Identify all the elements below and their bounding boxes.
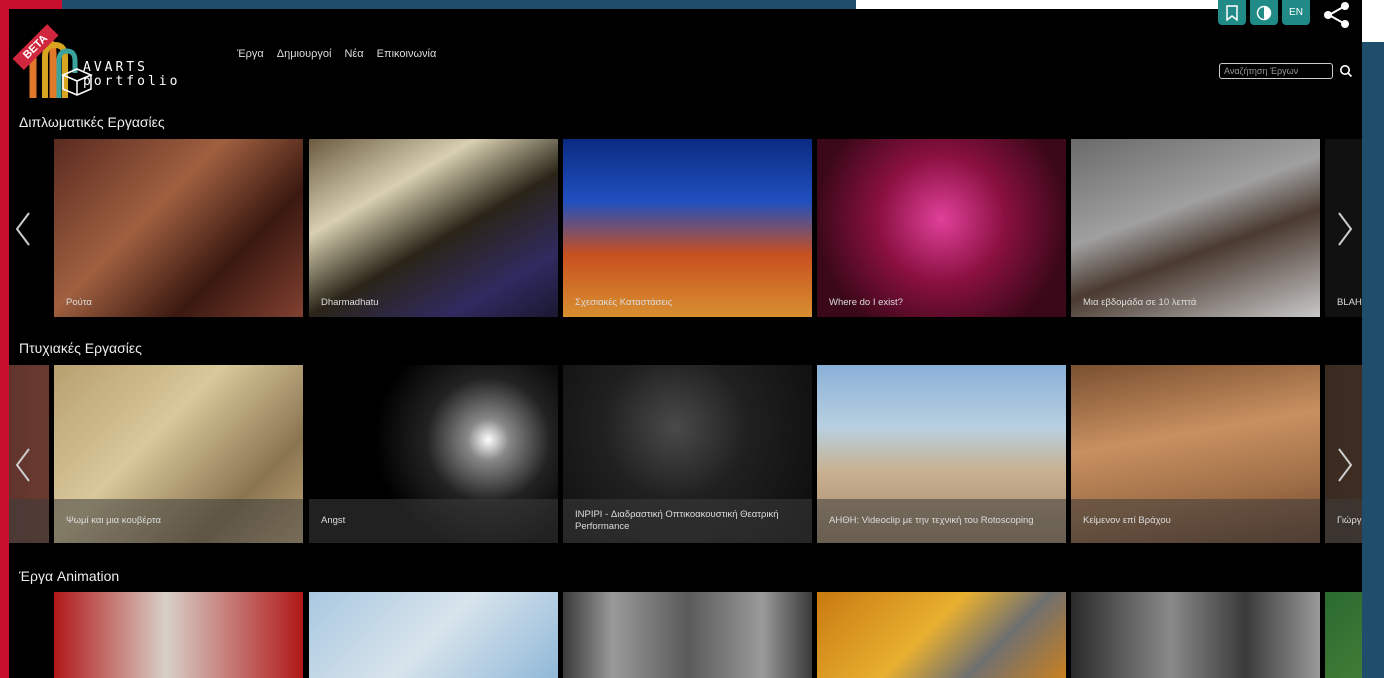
top-button-group: EN [1218,0,1310,25]
card-psomi[interactable]: Ψωμί και μια κουβέρτα [54,365,303,543]
card-caption: Dharmadhatu [321,297,379,308]
card-scheseiakes[interactable]: Σχεσιακές Καταστάσεις [563,139,812,317]
carousel-next-arrow-icon[interactable] [1333,209,1357,249]
card-where-do-i-exist[interactable]: Where do I exist? [817,139,1066,317]
card-caption: Σχεσιακές Καταστάσεις [575,297,673,308]
carousel-bachelor: Ψωμί και μια κουβέρτα Angst INPIPI - Δια… [9,365,1362,543]
card-angst[interactable]: Angst [309,365,558,543]
site-logo[interactable]: BETA AVARTS portfolio [11,19,181,99]
card-caption [9,499,49,543]
card-animation-6[interactable] [1325,592,1362,678]
share-icon[interactable] [1320,2,1352,28]
card-animation-4[interactable] [817,592,1066,678]
card-caption: Μια εβδομάδα σε 10 λεπτά [1083,297,1197,308]
top-blue-strip [62,0,856,9]
card-animation-1[interactable] [54,592,303,678]
card-caption: Κείμενον επί Βράχου [1071,499,1320,543]
right-blue-strip [1362,42,1384,678]
card-animation-2[interactable] [309,592,558,678]
bookmark-icon [1226,4,1238,21]
contrast-icon [1256,5,1272,20]
bookmark-button[interactable] [1218,0,1246,25]
logo-line-2: portfolio [83,74,181,89]
card-caption: Angst [309,499,558,543]
card-caption: ΑΗΘΗ: Videoclip με την τεχνική του Rotos… [817,499,1066,543]
card-caption: Ρούτα [66,297,92,308]
card-mia-evdomada[interactable]: Μια εβδομάδα σε 10 λεπτά [1071,139,1320,317]
section-title-diploma: Διπλωματικές Εργασίες [19,114,165,130]
card-inpipi[interactable]: INPIPI - Διαδραστική Οπτικοακουστική Θεα… [563,365,812,543]
top-red-strip [0,0,62,9]
logo-wordmark: AVARTS portfolio [83,61,180,89]
card-caption: INPIPI - Διαδραστική Οπτικοακουστική Θεα… [563,499,812,543]
nav-item-contact[interactable]: Επικοινωνία [377,48,437,60]
card-aithi[interactable]: ΑΗΘΗ: Videoclip με την τεχνική του Rotos… [817,365,1066,543]
card-caption: Where do I exist? [829,297,903,308]
language-button[interactable]: EN [1282,0,1310,25]
left-red-strip [0,0,9,678]
card-caption: Γιώργ επιστ [1325,499,1362,543]
right-white-strip [1362,0,1384,42]
nav-item-creators[interactable]: Δημιουργοί [277,48,332,60]
search-icon[interactable] [1339,64,1353,78]
carousel-prev-arrow-icon[interactable] [11,209,35,249]
section-title-bachelor: Πτυχιακές Εργασίες [19,340,142,356]
card-caption: BLAH [1337,297,1362,308]
logo-line-1: AVARTS [83,60,148,75]
card-dharmadhatu[interactable]: Dharmadhatu [309,139,558,317]
top-white-strip [856,0,1220,9]
nav-item-news[interactable]: Νέα [344,48,363,60]
card-keimenon[interactable]: Κείμενον επί Βράχου [1071,365,1320,543]
search-input[interactable] [1219,63,1333,79]
card-caption: Ψωμί και μια κουβέρτα [54,499,303,543]
carousel-next-arrow-icon[interactable] [1333,445,1357,485]
card-animation-3[interactable] [563,592,812,678]
carousel-diploma: Ρούτα Dharmadhatu Σχεσιακές Καταστάσεις … [9,139,1362,317]
carousel-animation [9,592,1362,678]
card-animation-5[interactable] [1071,592,1320,678]
card-routa[interactable]: Ρούτα [54,139,303,317]
page-main: BETA AVARTS portfolio Έργα Δημιουργοί Νέ… [9,9,1362,678]
carousel-prev-arrow-icon[interactable] [11,445,35,485]
contrast-button[interactable] [1250,0,1278,25]
nav-item-works[interactable]: Έργα [237,48,264,60]
main-nav: Έργα Δημιουργοί Νέα Επικοινωνία [237,48,436,60]
section-title-animation: Έργα Animation [19,568,120,584]
